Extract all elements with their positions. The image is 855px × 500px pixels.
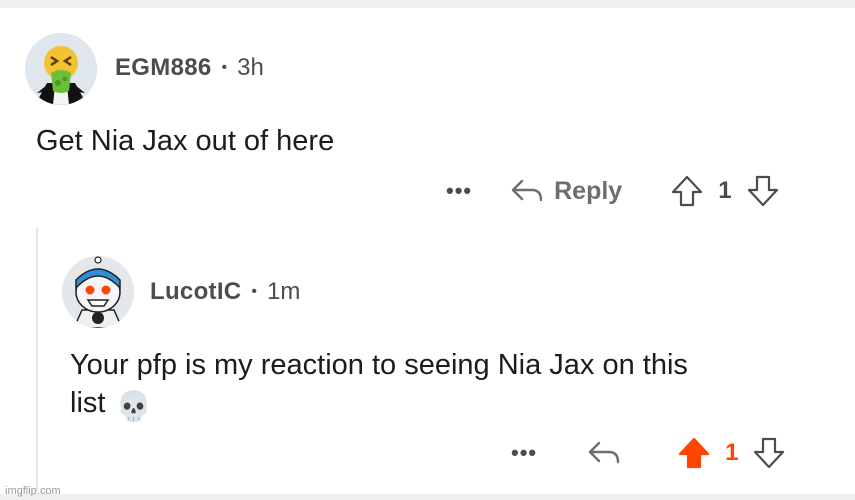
comment-text: Your pfp is my reaction to seeing Nia Ja… (70, 346, 688, 426)
more-options-button[interactable]: ••• (511, 442, 537, 464)
comment-actions: ••• 1 (511, 433, 786, 473)
vote-count: 1 (725, 439, 739, 466)
more-options-button[interactable]: ••• (446, 180, 472, 202)
timestamp: 1m (267, 278, 301, 305)
reply-label: Reply (554, 176, 623, 205)
downvote-arrow-icon[interactable] (752, 436, 786, 470)
meta-separator: • (221, 59, 228, 76)
watermark: imgflip.com (5, 485, 61, 497)
upvote-arrow-icon[interactable] (677, 436, 711, 470)
downvote-arrow-icon[interactable] (746, 174, 780, 208)
timestamp: 3h (237, 54, 264, 81)
comment-meta: EGM886 • 3h (115, 54, 264, 82)
skull-emoji: 💀 (115, 391, 152, 423)
upvote-arrow-icon[interactable] (670, 174, 704, 208)
comment-meta: LucotIC • 1m (150, 278, 300, 306)
comment-actions: ••• Reply 1 (446, 171, 780, 211)
vote-count: 1 (718, 177, 732, 204)
reply-arrow-icon[interactable] (587, 440, 621, 466)
comment-text: Get Nia Jax out of here (36, 125, 335, 157)
avatar-lucotic[interactable] (62, 256, 134, 328)
top-border (0, 0, 855, 8)
username[interactable]: EGM886 (115, 54, 212, 82)
meta-separator: • (251, 283, 258, 300)
bottom-border (0, 494, 855, 500)
reply-arrow-icon (510, 178, 544, 204)
username[interactable]: LucotIC (150, 278, 241, 306)
comment-text-line: Your pfp is my reaction to seeing Nia Ja… (70, 349, 688, 381)
comment-text-line: list 💀 (70, 384, 688, 426)
comment-text-word: list (70, 387, 106, 419)
thread-line[interactable] (36, 228, 38, 490)
reply-button[interactable]: Reply (510, 177, 622, 206)
avatar-egm886[interactable] (25, 33, 97, 105)
